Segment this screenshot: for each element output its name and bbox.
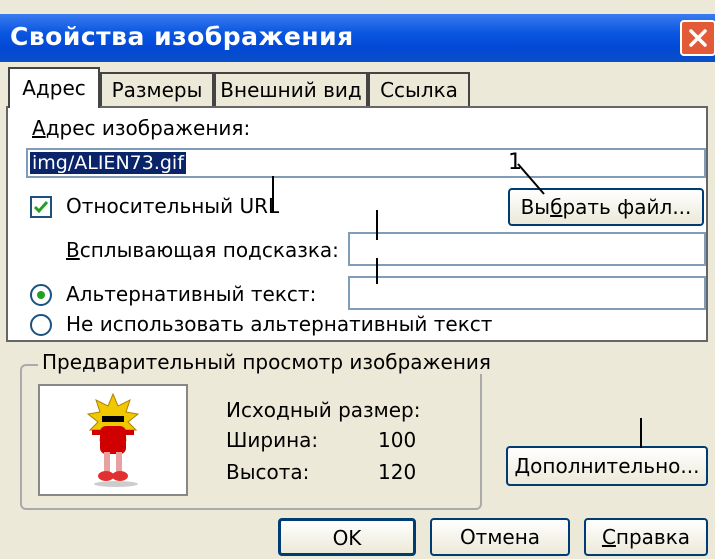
tab-link[interactable]: Ссылка (368, 72, 470, 106)
width-value: 100 (378, 428, 417, 452)
annotation-marker (376, 210, 378, 240)
address-input[interactable]: img/ALIEN73.gif (26, 148, 706, 178)
image-preview (38, 384, 188, 496)
original-size-label: Исходный размер: (226, 398, 421, 422)
tab-address[interactable]: Адрес (8, 67, 100, 108)
alt-text-input[interactable] (348, 276, 706, 310)
close-icon (689, 29, 707, 47)
address-label: Адрес изображения: (32, 116, 251, 140)
alt-text-radio[interactable] (30, 284, 52, 306)
tab-label: Ссылка (380, 78, 458, 102)
advanced-button[interactable]: Дополнительно... (506, 446, 708, 486)
ok-button[interactable]: OK (278, 518, 416, 556)
checkmark-icon (33, 201, 49, 214)
tab-appearance[interactable]: Внешний вид (214, 72, 368, 106)
tab-label: Внешний вид (220, 78, 362, 102)
tab-label: Размеры (111, 78, 203, 102)
annotation-marker (272, 176, 274, 212)
close-button[interactable] (680, 20, 715, 56)
annotation-marker (376, 258, 378, 284)
title-bar[interactable]: Свойства изображения (0, 14, 715, 62)
image-properties-dialog: Свойства изображения Адрес Размеры Внешн… (0, 0, 715, 559)
radio-dot (37, 291, 45, 299)
alien-image-icon (86, 392, 140, 487)
help-button[interactable]: Справка (584, 518, 708, 556)
height-value: 120 (378, 460, 417, 484)
tab-sizes[interactable]: Размеры (100, 72, 214, 106)
no-alt-text-radio[interactable] (30, 314, 52, 336)
tab-label: Адрес (22, 76, 86, 100)
width-label: Ширина: (226, 428, 319, 452)
no-alt-text-label: Не использовать альтернативный текст (66, 312, 493, 336)
cancel-button[interactable]: Отмена (430, 518, 570, 556)
relative-url-checkbox[interactable] (30, 196, 52, 218)
address-value: img/ALIEN73.gif (30, 152, 186, 174)
relative-url-label: Относительный URL (66, 194, 280, 218)
tooltip-input[interactable] (348, 232, 706, 266)
window-title: Свойства изображения (10, 22, 354, 51)
alt-text-label: Альтернативный текст: (66, 282, 317, 306)
height-label: Высота: (226, 460, 310, 484)
annotation-marker (640, 418, 642, 448)
annotation-pointer-line (517, 163, 545, 195)
tooltip-label: Всплывающая подсказка: (66, 238, 339, 262)
preview-group-title: Предварительный просмотр изображения (38, 350, 495, 374)
